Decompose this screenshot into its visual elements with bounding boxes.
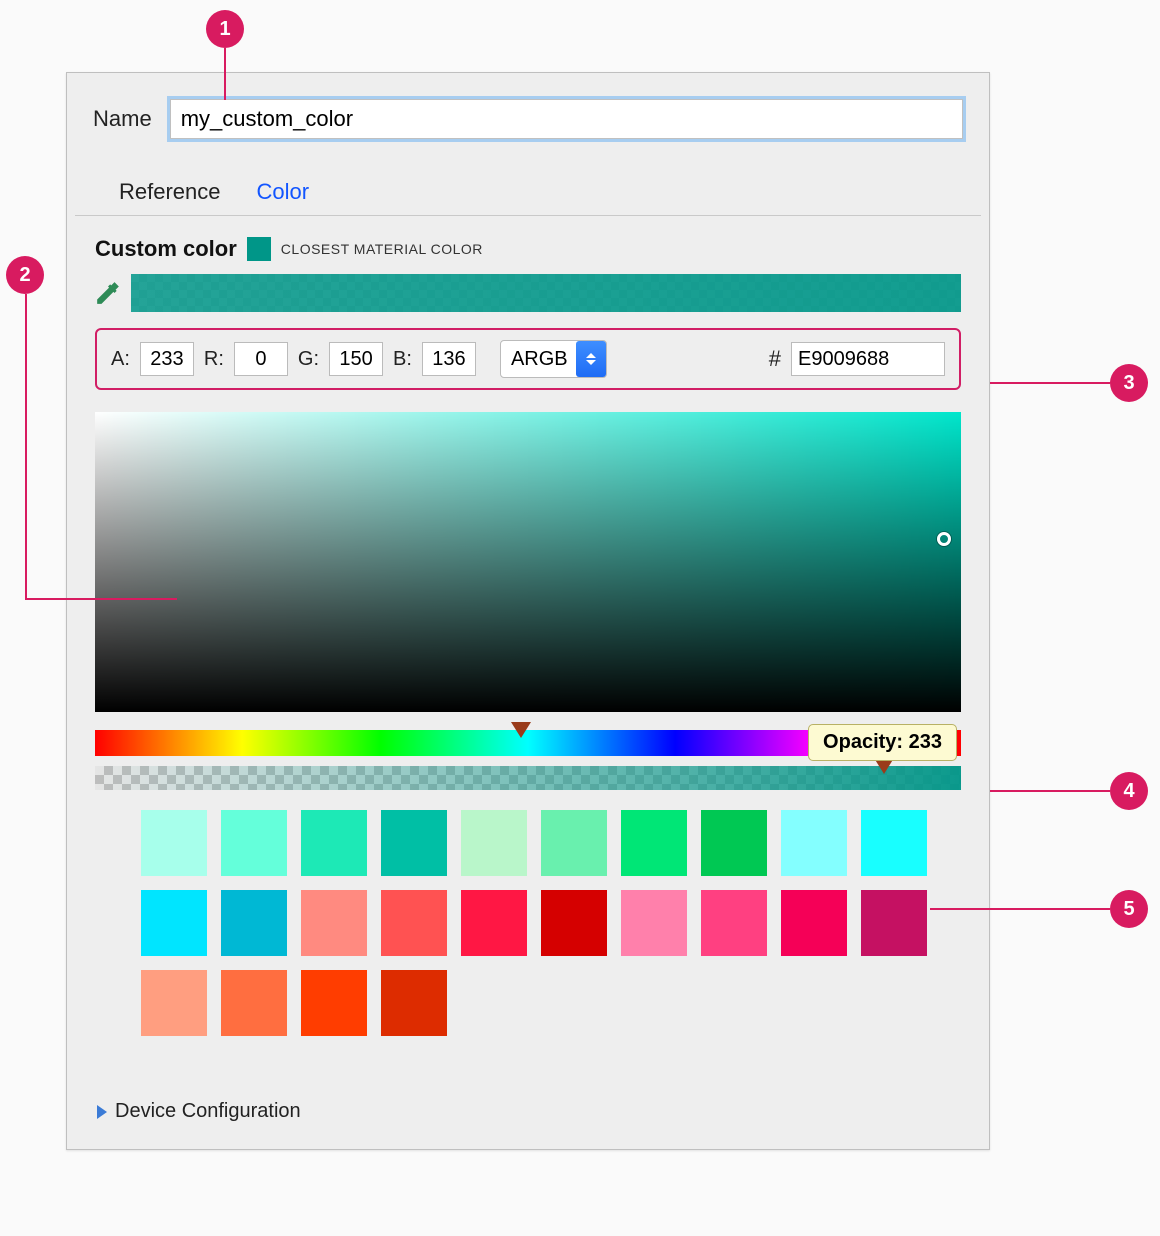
color-picker-panel: Name Reference Color Custom color CLOSES… <box>66 72 990 1150</box>
swatch[interactable] <box>301 890 367 956</box>
annotation-5: 5 <box>1110 890 1148 928</box>
swatch[interactable] <box>221 970 287 1036</box>
annotation-3-leader <box>990 382 1110 384</box>
swatch[interactable] <box>221 810 287 876</box>
hue-row: Opacity: 233 <box>95 730 961 790</box>
color-section: Custom color CLOSEST MATERIAL COLOR A: R… <box>67 216 989 1056</box>
custom-color-header: Custom color CLOSEST MATERIAL COLOR <box>95 236 961 262</box>
swatch[interactable] <box>861 890 927 956</box>
swatch[interactable] <box>381 970 447 1036</box>
annotation-2: 2 <box>6 256 44 294</box>
opacity-slider[interactable] <box>95 766 961 790</box>
swatch[interactable] <box>861 810 927 876</box>
red-input[interactable] <box>234 342 288 376</box>
argb-controls: A: R: G: B: ARGB # <box>95 328 961 390</box>
swatch-grid <box>141 810 961 1036</box>
blue-input[interactable] <box>422 342 476 376</box>
color-mode-value: ARGB <box>511 348 576 371</box>
swatch-row-2 <box>141 890 961 956</box>
swatch[interactable] <box>381 890 447 956</box>
hex-input[interactable] <box>791 342 945 376</box>
swatch[interactable] <box>141 970 207 1036</box>
swatch[interactable] <box>461 810 527 876</box>
preview-row <box>95 274 961 312</box>
color-preview-strip <box>131 274 961 312</box>
swatch-row-3 <box>141 970 961 1036</box>
device-configuration-label: Device Configuration <box>115 1100 301 1123</box>
annotation-2-leader-h <box>25 598 177 600</box>
device-configuration-disclosure[interactable]: Device Configuration <box>97 1100 301 1123</box>
green-input[interactable] <box>329 342 383 376</box>
closest-material-label: CLOSEST MATERIAL COLOR <box>281 241 483 257</box>
alpha-input[interactable] <box>140 342 194 376</box>
swatch[interactable] <box>701 890 767 956</box>
opacity-tooltip: Opacity: 233 <box>808 724 957 761</box>
annotation-4-leader <box>990 790 1110 792</box>
annotation-5-leader <box>930 908 1110 910</box>
green-label: G: <box>298 348 319 371</box>
hue-marker-icon <box>511 722 531 738</box>
sv-cursor-icon <box>937 532 951 546</box>
swatch[interactable] <box>781 890 847 956</box>
swatch[interactable] <box>621 890 687 956</box>
material-chip-icon <box>247 237 271 261</box>
swatch[interactable] <box>381 810 447 876</box>
saturation-value-field[interactable] <box>95 412 961 712</box>
hash-label: # <box>769 346 781 372</box>
swatch[interactable] <box>141 810 207 876</box>
name-row: Name <box>67 73 989 157</box>
swatch[interactable] <box>461 890 527 956</box>
name-label: Name <box>93 106 152 132</box>
swatch[interactable] <box>781 810 847 876</box>
annotation-3: 3 <box>1110 364 1148 402</box>
tab-color[interactable]: Color <box>257 179 310 205</box>
annotation-1: 1 <box>206 10 244 48</box>
annotation-4: 4 <box>1110 772 1148 810</box>
tab-reference[interactable]: Reference <box>119 179 221 205</box>
eyedropper-icon[interactable] <box>95 280 121 306</box>
red-label: R: <box>204 348 224 371</box>
swatch[interactable] <box>301 810 367 876</box>
swatch[interactable] <box>541 810 607 876</box>
color-mode-select[interactable]: ARGB <box>500 340 607 378</box>
swatch[interactable] <box>221 890 287 956</box>
swatch[interactable] <box>541 890 607 956</box>
annotation-1-leader <box>224 48 226 100</box>
custom-color-title: Custom color <box>95 236 237 262</box>
swatch[interactable] <box>701 810 767 876</box>
tab-bar: Reference Color <box>75 157 981 216</box>
disclosure-right-icon <box>97 1105 107 1119</box>
swatch[interactable] <box>141 890 207 956</box>
alpha-label: A: <box>111 348 130 371</box>
swatch[interactable] <box>621 810 687 876</box>
name-input[interactable] <box>170 99 963 139</box>
swatch-row-1 <box>141 810 961 876</box>
swatch[interactable] <box>301 970 367 1036</box>
annotation-2-leader-v <box>25 294 27 600</box>
blue-label: B: <box>393 348 412 371</box>
chevron-updown-icon <box>576 341 606 377</box>
